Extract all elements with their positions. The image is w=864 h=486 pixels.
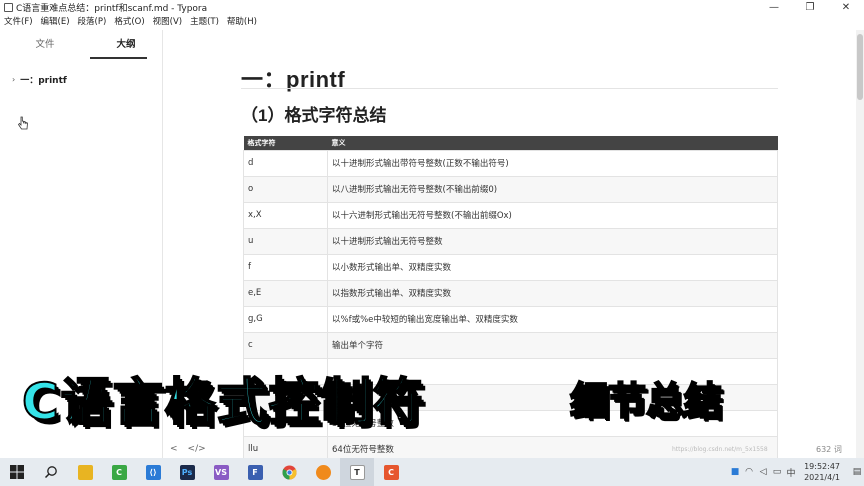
chevron-left-icon[interactable]: < [170, 444, 178, 454]
table-cell[interactable]: 以%f或%e中较短的输出宽度输出单、双精度实数 [327, 305, 778, 333]
notification-icon[interactable]: ▤ [850, 467, 864, 477]
app-f-icon[interactable]: F [238, 458, 272, 486]
search-icon[interactable] [34, 458, 68, 486]
tab-files[interactable]: 文件 [9, 30, 81, 60]
system-tray: ■ ◠ ◁ ▭ 中 19:52:47 2021/4/1 ▤ [728, 458, 864, 486]
typora-app-icon [4, 3, 13, 12]
word-count[interactable]: 632 词 [816, 444, 842, 455]
scrollbar-thumb[interactable] [857, 34, 863, 100]
table-cell[interactable]: 以小数形式输出单、双精度实数 [327, 253, 778, 281]
source-mode-icon[interactable]: </> [188, 444, 206, 454]
active-tab-indicator [90, 57, 147, 59]
outline-item-printf[interactable]: › 一：printf [12, 73, 67, 86]
table-row: g,G 以%f或%e中较短的输出宽度输出单、双精度实数 [243, 305, 778, 333]
battery-icon[interactable]: ▭ [770, 467, 784, 477]
table-cell[interactable]: 以十进制形式输出带符号整数(正数不输出符号) [327, 149, 778, 177]
speaker-icon[interactable]: ◁ [756, 467, 770, 477]
typora-icon[interactable]: T [340, 458, 374, 486]
hand-cursor-icon [17, 116, 28, 130]
vscode-icon[interactable]: ⟨⟩ [136, 458, 170, 486]
overlay-subtitle: 细节总结 [569, 378, 723, 424]
close-button[interactable]: ✕ [828, 0, 864, 15]
windows-start-icon[interactable] [0, 458, 34, 486]
chrome-icon[interactable] [272, 458, 306, 486]
table-row: x,X 以十六进制形式输出无符号整数(不输出前缀Ox) [243, 201, 778, 229]
window-controls: — ❐ ✕ [756, 0, 864, 15]
table-cell[interactable]: 输出单个字符 [327, 331, 778, 359]
table-row: e,E 以指数形式输出单、双精度实数 [243, 279, 778, 307]
file-explorer-icon[interactable] [68, 458, 102, 486]
menu-format[interactable]: 格式(O) [114, 15, 144, 29]
menu-file[interactable]: 文件(F) [4, 15, 33, 29]
overlay-title: C语言格式控制符 [21, 372, 425, 432]
column-header-meaning: 意义 [327, 136, 778, 150]
minimize-button[interactable]: — [756, 0, 792, 15]
editor-footer: < </> [170, 444, 206, 454]
network-icon[interactable]: ◠ [742, 467, 756, 477]
outline-item-label: 一：printf [20, 76, 67, 86]
sidebar-tabs: 文件 大纲 [0, 30, 162, 60]
table-cell[interactable]: u [243, 227, 328, 255]
watermark: https://blog.csdn.net/m_5x1558 [672, 446, 768, 453]
column-header-format: 格式字符 [243, 136, 328, 150]
title-bar: C语言重难点总结：printf和scanf.md - Typora — ❐ ✕ [0, 0, 864, 15]
clock-date: 2021/4/1 [804, 473, 840, 482]
chevron-right-icon[interactable]: › [12, 75, 15, 84]
heading-2: （1）格式字符总结 [241, 106, 387, 125]
table-cell[interactable]: 以十进制形式输出无符号整数 [327, 227, 778, 255]
menu-bar: 文件(F) 编辑(E) 段落(P) 格式(O) 视图(V) 主题(T) 帮助(H… [0, 15, 265, 29]
camtasia-icon[interactable]: C [102, 458, 136, 486]
photoshop-icon[interactable]: Ps [170, 458, 204, 486]
typora-window: C语言重难点总结：printf和scanf.md - Typora — ❐ ✕ … [0, 0, 864, 486]
vertical-scrollbar[interactable] [856, 30, 864, 458]
heading-1: 一：printf [241, 67, 346, 92]
menu-paragraph[interactable]: 段落(P) [78, 15, 107, 29]
maximize-button[interactable]: ❐ [792, 0, 828, 15]
menu-edit[interactable]: 编辑(E) [41, 15, 70, 29]
table-cell[interactable]: e,E [243, 279, 328, 307]
table-row: c 输出单个字符 [243, 331, 778, 359]
recorder-icon[interactable]: C [374, 458, 408, 486]
table-row: f 以小数形式输出单、双精度实数 [243, 253, 778, 281]
tray-app-icon[interactable]: ■ [728, 467, 742, 477]
table-cell[interactable]: 以十六进制形式输出无符号整数(不输出前缀Ox) [327, 201, 778, 229]
visual-studio-icon[interactable]: VS [204, 458, 238, 486]
table-header-row: 格式字符 意义 [243, 136, 778, 150]
ime-indicator[interactable]: 中 [784, 466, 798, 479]
table-row: o 以八进制形式输出无符号整数(不输出前缀0) [243, 175, 778, 203]
clock[interactable]: 19:52:47 2021/4/1 [804, 461, 840, 483]
table-cell[interactable]: 以指数形式输出单、双精度实数 [327, 279, 778, 307]
menu-view[interactable]: 视图(V) [153, 15, 182, 29]
table-cell[interactable]: g,G [243, 305, 328, 333]
tab-outline[interactable]: 大纲 [90, 30, 162, 60]
window-title: C语言重难点总结：printf和scanf.md - Typora [16, 4, 208, 14]
table-row: d 以十进制形式输出带符号整数(正数不输出符号) [243, 149, 778, 177]
menu-theme[interactable]: 主题(T) [190, 15, 219, 29]
table-cell[interactable]: f [243, 253, 328, 281]
heading-rule [241, 88, 778, 89]
table-row: u 以十进制形式输出无符号整数 [243, 227, 778, 255]
table-cell[interactable]: o [243, 175, 328, 203]
table-cell[interactable]: 以八进制形式输出无符号整数(不输出前缀0) [327, 175, 778, 203]
table-cell[interactable]: c [243, 331, 328, 359]
microphone-app-icon[interactable] [306, 458, 340, 486]
table-cell[interactable]: d [243, 149, 328, 177]
table-cell[interactable]: x,X [243, 201, 328, 229]
menu-help[interactable]: 帮助(H) [227, 15, 257, 29]
clock-time: 19:52:47 [804, 462, 840, 471]
